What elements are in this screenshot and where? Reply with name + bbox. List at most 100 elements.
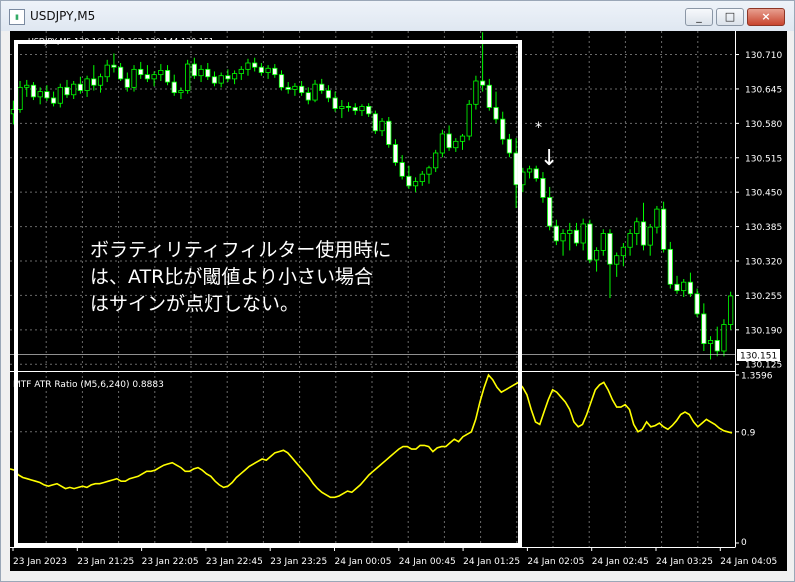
candle-body bbox=[272, 67, 278, 76]
candle-body bbox=[553, 225, 559, 242]
candle-body bbox=[144, 74, 151, 80]
time-label: 24 Jan 00:45 bbox=[399, 557, 456, 567]
candle bbox=[131, 65, 137, 92]
candle bbox=[332, 91, 338, 112]
candle-body bbox=[111, 64, 117, 68]
candle-body bbox=[714, 340, 720, 352]
candle bbox=[245, 58, 251, 76]
candle bbox=[453, 138, 459, 152]
price-tick-label: 130.385 bbox=[745, 223, 782, 233]
time-label: 23 Jan 22:45 bbox=[206, 557, 263, 567]
candle bbox=[97, 73, 104, 93]
candle bbox=[701, 303, 707, 351]
candle-body bbox=[359, 106, 365, 112]
candle-body bbox=[71, 83, 77, 96]
candle bbox=[526, 165, 533, 179]
candle-body bbox=[91, 78, 97, 86]
candle-body bbox=[171, 81, 177, 94]
candle-body bbox=[721, 324, 727, 352]
candle-body bbox=[84, 78, 90, 91]
candle bbox=[426, 165, 432, 184]
candle bbox=[30, 82, 37, 101]
current-price-tag: 130.151 bbox=[10, 349, 780, 362]
indicator-header: MTF ATR Ratio (M5,6,240) 0.8883 bbox=[13, 380, 164, 390]
candle-body bbox=[24, 84, 30, 88]
candle-body bbox=[600, 233, 606, 251]
candle-body bbox=[258, 66, 264, 73]
candle bbox=[506, 133, 513, 158]
price-tick-label: 130.450 bbox=[745, 189, 782, 199]
candle-body bbox=[728, 295, 734, 325]
candle bbox=[71, 81, 77, 99]
candle bbox=[185, 59, 191, 94]
candle bbox=[593, 247, 600, 272]
close-button[interactable]: × bbox=[747, 8, 785, 26]
price-tick-label: 130.515 bbox=[745, 154, 782, 164]
candle-body bbox=[312, 83, 318, 101]
candle-body bbox=[533, 168, 539, 179]
candle-body bbox=[466, 103, 472, 137]
candle-body bbox=[419, 173, 425, 182]
candle-body bbox=[640, 221, 647, 246]
candle-body bbox=[379, 120, 385, 132]
price-tick-label: 130.255 bbox=[745, 292, 782, 302]
candle-body bbox=[252, 62, 258, 68]
candle-body bbox=[305, 92, 311, 101]
candle-body bbox=[707, 340, 714, 344]
candle bbox=[138, 61, 144, 79]
candle bbox=[540, 172, 546, 203]
candle-body bbox=[513, 152, 519, 186]
candle bbox=[647, 223, 653, 256]
maximize-button[interactable]: □ bbox=[716, 8, 744, 26]
candle bbox=[17, 81, 23, 113]
candle bbox=[111, 53, 117, 73]
candle-body bbox=[124, 78, 130, 88]
price-tick-labels: 130.710 130.645 130.580 130.515 130.450 130.3… bbox=[735, 51, 782, 371]
candle bbox=[560, 229, 566, 256]
candle bbox=[339, 100, 345, 119]
candle-body bbox=[439, 133, 445, 154]
candle bbox=[164, 65, 171, 86]
candle-body bbox=[285, 86, 291, 90]
candle bbox=[433, 149, 439, 173]
candle bbox=[634, 217, 640, 246]
candle bbox=[265, 65, 271, 79]
candle-body bbox=[627, 233, 633, 248]
candle-body bbox=[77, 83, 83, 91]
candle-body bbox=[339, 106, 345, 109]
candle bbox=[493, 91, 499, 124]
candle-body bbox=[238, 68, 244, 74]
chart-area[interactable]: 130.710 130.645 130.580 130.515 130.450 130.3… bbox=[10, 31, 787, 571]
candle bbox=[24, 79, 30, 97]
candle-body bbox=[211, 76, 218, 84]
candle bbox=[272, 64, 278, 78]
candle-body bbox=[406, 175, 412, 187]
candle-body bbox=[372, 113, 378, 132]
candle-body bbox=[352, 107, 358, 112]
candle bbox=[211, 71, 218, 87]
candle bbox=[37, 87, 43, 105]
candle bbox=[325, 85, 332, 103]
title-bar[interactable]: ▮ USDJPY,M5 _ □ × bbox=[1, 1, 794, 31]
candle-body bbox=[245, 62, 251, 70]
candle bbox=[399, 155, 405, 180]
candle bbox=[707, 336, 714, 360]
candle-body bbox=[634, 221, 640, 234]
price-tick-label: 130.320 bbox=[745, 258, 782, 268]
candle-body bbox=[701, 313, 707, 344]
candle bbox=[500, 111, 506, 145]
candle-body bbox=[278, 74, 285, 88]
candle bbox=[687, 272, 694, 297]
minimize-button[interactable]: _ bbox=[685, 8, 713, 26]
candle bbox=[406, 165, 412, 189]
candle bbox=[372, 110, 378, 134]
candle-body bbox=[446, 133, 452, 149]
candle-body bbox=[486, 84, 492, 108]
candle bbox=[627, 229, 633, 256]
candle-body bbox=[607, 233, 613, 265]
candle-body bbox=[319, 83, 325, 91]
price-tick-label: 130.645 bbox=[745, 85, 782, 95]
signal-star-marker: * bbox=[535, 120, 542, 136]
candle-body bbox=[560, 233, 566, 242]
chart-window-icon: ▮ bbox=[9, 9, 25, 25]
